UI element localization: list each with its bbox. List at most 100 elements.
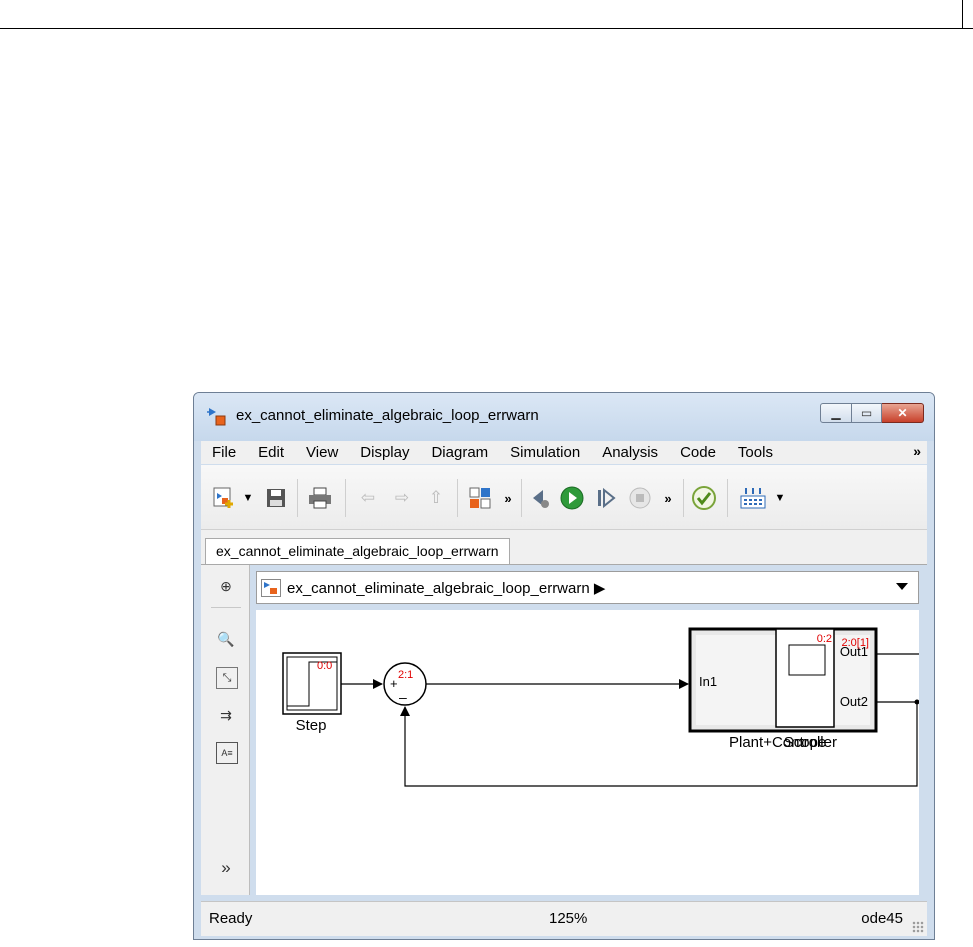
simulink-model-icon bbox=[261, 579, 281, 597]
signal-arrow-icon: ⇉ bbox=[220, 706, 232, 723]
menu-code[interactable]: Code bbox=[669, 444, 727, 461]
fit-view-button[interactable]: ⤡ bbox=[216, 667, 238, 689]
run-button[interactable] bbox=[559, 485, 585, 511]
window-title: ex_cannot_eliminate_algebraic_loop_errwa… bbox=[236, 407, 539, 424]
menu-bar: File Edit View Display Diagram Simulatio… bbox=[201, 441, 927, 464]
top-rule bbox=[0, 0, 973, 29]
hide-browser-button[interactable]: ⊕ bbox=[216, 576, 236, 596]
expand-icon: » bbox=[221, 858, 231, 877]
toolbar: ▼ ⇦ ⇨ ⇧ » » ▼ bbox=[201, 465, 927, 530]
signal-arrow-button[interactable]: ⇉ bbox=[216, 705, 236, 725]
scope-rate-label: 0:2 bbox=[817, 633, 832, 645]
hide-browser-icon: ⊕ bbox=[220, 577, 232, 594]
title-bar[interactable]: ex_cannot_eliminate_algebraic_loop_errwa… bbox=[194, 393, 934, 441]
run-icon bbox=[560, 486, 584, 510]
menu-diagram[interactable]: Diagram bbox=[420, 444, 499, 461]
zoom-level[interactable]: 125% bbox=[549, 910, 587, 927]
up-button[interactable]: ⇧ bbox=[423, 485, 449, 511]
simulink-model-icon bbox=[207, 408, 226, 426]
build-dropdown[interactable]: ▼ bbox=[773, 485, 787, 511]
plant-in1-port: In1 bbox=[699, 674, 717, 689]
close-button[interactable]: ✕ bbox=[882, 403, 924, 423]
address-path[interactable]: ex_cannot_eliminate_algebraic_loop_errwa… bbox=[287, 579, 605, 597]
model-advisor-icon bbox=[692, 486, 716, 510]
toolbar-separator bbox=[683, 479, 684, 517]
up-icon: ⇧ bbox=[428, 488, 444, 507]
simulink-window: ex_cannot_eliminate_algebraic_loop_errwa… bbox=[193, 392, 935, 940]
resize-grip-icon[interactable] bbox=[912, 921, 924, 933]
stop-button[interactable] bbox=[627, 485, 653, 511]
expand-palette-button[interactable]: » bbox=[216, 858, 236, 878]
build-button[interactable] bbox=[737, 485, 769, 511]
zoom-button[interactable]: 🔍 bbox=[216, 629, 236, 649]
new-model-button[interactable] bbox=[211, 485, 237, 511]
status-bar: Ready 125% ode45 bbox=[201, 901, 927, 936]
sum-minus-sign: – bbox=[399, 689, 407, 705]
step-label: Step bbox=[296, 717, 327, 734]
new-model-dropdown[interactable]: ▼ bbox=[241, 485, 255, 511]
toolbar-separator bbox=[727, 479, 728, 517]
annotation-button[interactable]: A≡ bbox=[216, 742, 238, 764]
caret-down-icon: ▼ bbox=[774, 492, 786, 504]
build-icon bbox=[740, 488, 766, 509]
print-button[interactable] bbox=[307, 485, 333, 511]
step-rate-label: 0:0 bbox=[317, 660, 332, 672]
maximize-icon: ▭ bbox=[860, 406, 873, 420]
toolbar-separator bbox=[297, 479, 298, 517]
left-palette: ⊕ 🔍 ⤡ ⇉ A≡ » bbox=[201, 565, 250, 895]
back-button[interactable]: ⇦ bbox=[355, 485, 381, 511]
forward-button[interactable]: ⇨ bbox=[389, 485, 415, 511]
library-browser-button[interactable] bbox=[467, 485, 493, 511]
save-button[interactable] bbox=[263, 485, 289, 511]
annotation-icon: A≡ bbox=[221, 748, 233, 758]
menu-analysis[interactable]: Analysis bbox=[591, 444, 669, 461]
solver-name[interactable]: ode45 bbox=[861, 910, 903, 927]
step-forward-icon bbox=[598, 487, 616, 509]
close-icon: ✕ bbox=[897, 406, 908, 420]
minimize-icon: ▁ bbox=[831, 406, 841, 420]
sum-plus-sign: + bbox=[390, 676, 398, 691]
library-browser-icon bbox=[469, 487, 491, 509]
fit-view-icon: ⤡ bbox=[222, 671, 232, 684]
stop-icon bbox=[629, 487, 651, 509]
new-model-icon bbox=[213, 487, 233, 508]
back-icon: ⇦ bbox=[360, 488, 376, 507]
step-back-icon bbox=[533, 490, 549, 508]
menu-edit[interactable]: Edit bbox=[247, 444, 295, 461]
save-icon bbox=[267, 489, 285, 507]
sum-rate-label: 2:1 bbox=[398, 669, 413, 681]
forward-icon: ⇨ bbox=[394, 488, 410, 507]
menu-tools[interactable]: Tools bbox=[727, 444, 784, 461]
status-text: Ready bbox=[209, 910, 253, 927]
toolbar-separator bbox=[457, 479, 458, 517]
toolbar-separator bbox=[521, 479, 522, 517]
step-block[interactable]: 0:0 bbox=[282, 652, 342, 715]
menu-view[interactable]: View bbox=[295, 444, 349, 461]
model-advisor-button[interactable] bbox=[691, 485, 717, 511]
toolbar-overflow-button[interactable]: » bbox=[501, 485, 515, 511]
menu-display[interactable]: Display bbox=[349, 444, 420, 461]
tab-model[interactable]: ex_cannot_eliminate_algebraic_loop_errwa… bbox=[205, 538, 510, 564]
minimize-button[interactable]: ▁ bbox=[820, 403, 852, 423]
step-back-button[interactable] bbox=[527, 485, 553, 511]
address-bar[interactable]: ex_cannot_eliminate_algebraic_loop_errwa… bbox=[256, 571, 919, 604]
menu-overflow-button[interactable]: » bbox=[913, 443, 921, 459]
toolbar-overflow-button-2[interactable]: » bbox=[661, 485, 675, 511]
menu-file[interactable]: File bbox=[201, 444, 247, 461]
scope-block-graphic[interactable]: 0:2 Scope bbox=[774, 627, 904, 767]
scope-label: Scope bbox=[784, 734, 827, 751]
tab-strip: ex_cannot_eliminate_algebraic_loop_errwa… bbox=[201, 530, 927, 565]
maximize-button[interactable]: ▭ bbox=[852, 403, 882, 423]
top-rule-end bbox=[962, 0, 963, 28]
toolbar-separator bbox=[345, 479, 346, 517]
zoom-icon: 🔍 bbox=[217, 630, 235, 647]
step-forward-button[interactable] bbox=[593, 485, 619, 511]
sum-block[interactable]: + – 2:1 bbox=[383, 662, 427, 706]
caret-down-icon: ▼ bbox=[242, 492, 254, 504]
address-dropdown-icon[interactable] bbox=[896, 583, 908, 590]
caption-buttons: ▁ ▭ ✕ bbox=[820, 403, 924, 425]
branch-point bbox=[914, 699, 919, 705]
menu-simulation[interactable]: Simulation bbox=[499, 444, 591, 461]
print-icon bbox=[309, 487, 331, 509]
palette-separator bbox=[211, 607, 241, 608]
